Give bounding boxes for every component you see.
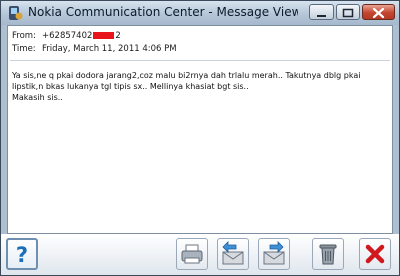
bottom-toolbar: ? [1, 234, 399, 275]
minimize-button[interactable] [309, 4, 334, 20]
delete-button[interactable] [312, 238, 344, 270]
question-mark-icon: ? [16, 243, 28, 267]
forward-envelope-icon [263, 241, 285, 265]
close-icon [372, 7, 385, 19]
window-close-button[interactable] [362, 4, 395, 20]
window-title: Nokia Communication Center - Message Vie… [28, 5, 298, 19]
header-divider [10, 60, 390, 61]
minimize-icon [317, 15, 326, 17]
message-viewer-window: Nokia Communication Center - Message Vie… [0, 0, 400, 276]
sender-number: +62857402 [42, 31, 93, 41]
from-row: From: +62857402 2 [12, 31, 121, 41]
message-body: Ya sis,ne q pkai dodora jarang2,coz malu… [12, 71, 361, 102]
nokia-app-icon [7, 5, 23, 21]
time-row: Time: Friday, March 11, 2011 4:06 PM [12, 44, 177, 54]
time-value: Friday, March 11, 2011 4:06 PM [42, 44, 177, 54]
printer-icon [181, 244, 203, 264]
maximize-button[interactable] [336, 4, 360, 20]
maximize-icon [342, 8, 354, 18]
redaction-mark [93, 32, 115, 39]
print-button[interactable] [176, 238, 208, 270]
help-button[interactable]: ? [6, 238, 38, 270]
time-label: Time: [12, 44, 36, 54]
red-x-icon [365, 244, 385, 264]
sender-number-end: 2 [115, 31, 121, 41]
reply-button[interactable] [217, 238, 249, 270]
svg-text:?: ? [16, 243, 28, 267]
from-label: From: [12, 31, 36, 41]
trash-icon [319, 244, 337, 265]
close-button[interactable] [359, 238, 391, 270]
reply-envelope-icon [222, 241, 244, 265]
title-bar[interactable]: Nokia Communication Center - Message Vie… [1, 1, 399, 25]
message-panel: From: +62857402 2 Time: Friday, March 11, 2… [7, 25, 393, 234]
forward-button[interactable] [258, 238, 290, 270]
